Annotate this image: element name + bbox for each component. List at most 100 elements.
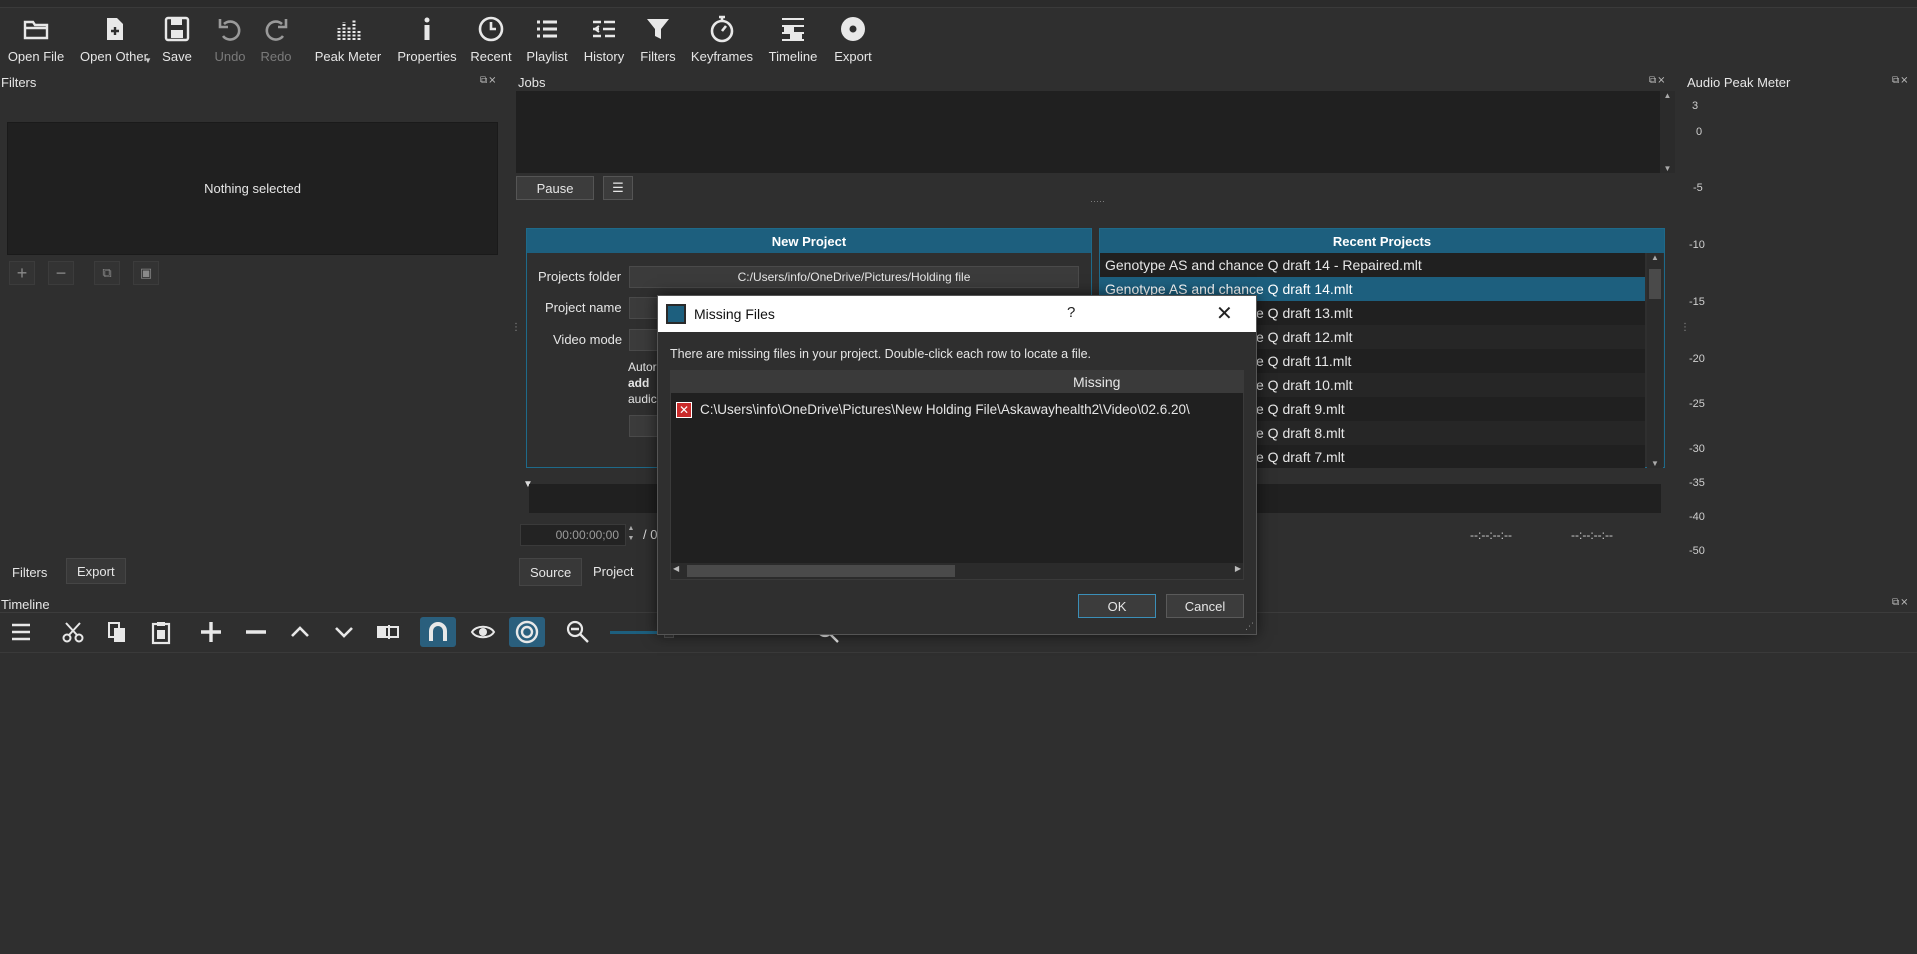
list-item[interactable]: Genotype AS and chance Q draft 14 - Repa… [1100, 253, 1645, 277]
timeline-title: Timeline [1, 597, 50, 612]
jobs-menu-button[interactable]: ☰ [603, 176, 633, 200]
timeline-dock-buttons[interactable]: ⧉⨯ [1892, 597, 1910, 608]
splitter-handle[interactable]: ⋮ [511, 322, 521, 333]
column-header-missing: Missing [1073, 374, 1121, 390]
horizontal-scrollbar[interactable]: ◀ ▶ [671, 563, 1243, 579]
plus-icon [201, 622, 221, 642]
keyframes-button[interactable]: Keyframes [690, 14, 754, 72]
add-filter-button[interactable]: + [9, 261, 35, 285]
audio-meter-dock-buttons[interactable]: ⧉⨯ [1892, 75, 1910, 86]
open-other-dropdown-icon[interactable]: ▼ [144, 56, 152, 65]
funnel-icon [647, 19, 669, 39]
projects-folder-field[interactable]: C:/Users/info/OneDrive/Pictures/Holding … [629, 266, 1079, 288]
jobs-panel-dock-buttons[interactable]: ⧉⨯ [1649, 75, 1667, 86]
paste-filter-button[interactable]: ▣ [133, 261, 159, 285]
project-name-field[interactable] [629, 297, 659, 319]
remove-button[interactable] [238, 617, 274, 647]
history-button[interactable]: History [582, 14, 626, 72]
resize-grip-icon[interactable]: ⋰ [1245, 621, 1254, 632]
timecode-field[interactable]: 00:00:00;00 [520, 524, 626, 546]
snap-toggle[interactable] [420, 617, 456, 647]
redo-icon [265, 19, 288, 41]
recent-projects-scrollbar[interactable]: ▲ ▼ [1647, 253, 1663, 468]
timecode-spinner[interactable]: ▲ ▼ [624, 524, 638, 546]
scroll-right-icon[interactable]: ▶ [1235, 564, 1241, 573]
append-button[interactable] [193, 617, 229, 647]
meter-tick-25: -25 [1689, 398, 1705, 410]
open-other-button[interactable]: Open Other [78, 14, 150, 72]
recent-button[interactable]: Recent [470, 14, 512, 72]
in-point-text: --:--:--:-- [1470, 528, 1512, 542]
redo-button[interactable]: Redo [260, 14, 292, 72]
scroll-thumb[interactable] [1649, 269, 1661, 299]
timeline-tracks-area[interactable] [0, 653, 1917, 954]
meter-tick-0: 0 [1696, 126, 1703, 138]
split-icon [377, 625, 399, 639]
open-file-button[interactable]: Open File [8, 14, 64, 72]
scroll-thumb[interactable] [687, 565, 955, 577]
copy-button[interactable] [99, 617, 135, 647]
column-header[interactable]: Missing [671, 371, 1243, 393]
cancel-button[interactable]: Cancel [1166, 594, 1244, 618]
help-button[interactable]: ? [1067, 304, 1075, 321]
meter-tick-5: -5 [1693, 182, 1703, 194]
scroll-down-icon[interactable]: ▼ [1647, 459, 1663, 468]
save-button[interactable]: Save [162, 14, 192, 72]
pause-button[interactable]: Pause [516, 176, 594, 200]
meter-tick-3: 3 [1692, 100, 1699, 112]
export-button[interactable]: Export [832, 14, 874, 72]
scroll-up-icon[interactable]: ▲ [1660, 91, 1675, 100]
tab-source[interactable]: Source [519, 558, 583, 586]
undo-button[interactable]: Undo [214, 14, 246, 72]
undo-icon [218, 19, 241, 41]
filters-button[interactable]: Filters [638, 14, 678, 72]
jobs-scrollbar[interactable]: ▲ ▼ [1660, 91, 1675, 173]
recent-projects-title: Recent Projects [1100, 229, 1664, 253]
scrub-toggle[interactable] [465, 617, 501, 647]
jobs-list[interactable] [516, 91, 1660, 173]
paste-button[interactable] [143, 617, 179, 647]
remove-filter-button[interactable]: − [48, 261, 74, 285]
start-button[interactable] [629, 415, 659, 437]
tab-export[interactable]: Export [66, 558, 126, 584]
ripple-toggle[interactable] [509, 617, 545, 647]
dialog-titlebar: Missing Files ? ✕ [658, 296, 1256, 332]
zoom-out-button[interactable] [560, 617, 596, 647]
scroll-up-icon[interactable]: ▲ [1647, 253, 1663, 262]
clipboard-icon [151, 622, 171, 645]
scroll-left-icon[interactable]: ◀ [673, 564, 679, 573]
timeline-menu-button[interactable] [3, 617, 39, 647]
splitter-handle-h[interactable]: ····· [1090, 196, 1105, 206]
magnet-icon [429, 622, 447, 641]
disc-icon [841, 17, 865, 41]
close-icon[interactable]: ✕ [1216, 301, 1233, 326]
video-mode-select[interactable] [629, 329, 659, 351]
timeline-button[interactable]: Timeline [766, 14, 820, 72]
copy-filter-button[interactable]: ⧉ [94, 261, 120, 285]
hamburger-icon [12, 623, 30, 641]
clock-icon [478, 16, 504, 42]
peak-meter-button[interactable]: Peak Meter [314, 14, 382, 72]
projects-folder-label: Projects folder [538, 269, 622, 284]
scroll-down-icon[interactable]: ▼ [1660, 164, 1675, 173]
error-icon: ✕ [676, 402, 692, 418]
meter-tick-20: -20 [1689, 353, 1705, 365]
out-point-text: --:--:--:-- [1571, 528, 1613, 542]
tab-project[interactable]: Project [583, 558, 644, 584]
overwrite-button[interactable] [326, 617, 362, 647]
meter-tick-10: -10 [1689, 239, 1705, 251]
window-top-strip [0, 0, 1917, 8]
lift-button[interactable] [282, 617, 318, 647]
filters-panel-dock-buttons[interactable]: ⧉⨯ [480, 75, 498, 86]
folder-icon [23, 20, 49, 40]
properties-button[interactable]: Properties [396, 14, 458, 72]
tab-filters[interactable]: Filters [2, 559, 57, 585]
cut-button[interactable] [55, 617, 91, 647]
playlist-button[interactable]: Playlist [526, 14, 568, 72]
split-button[interactable] [370, 617, 406, 647]
filters-list[interactable]: Nothing selected [7, 122, 498, 255]
table-row[interactable]: ✕ C:\Users\info\OneDrive\Pictures\New Ho… [671, 399, 1243, 423]
meter-splitter[interactable]: ⋮ [1680, 322, 1690, 333]
missing-files-table[interactable]: Missing ✕ C:\Users\info\OneDrive\Picture… [670, 370, 1244, 580]
ok-button[interactable]: OK [1078, 594, 1156, 618]
